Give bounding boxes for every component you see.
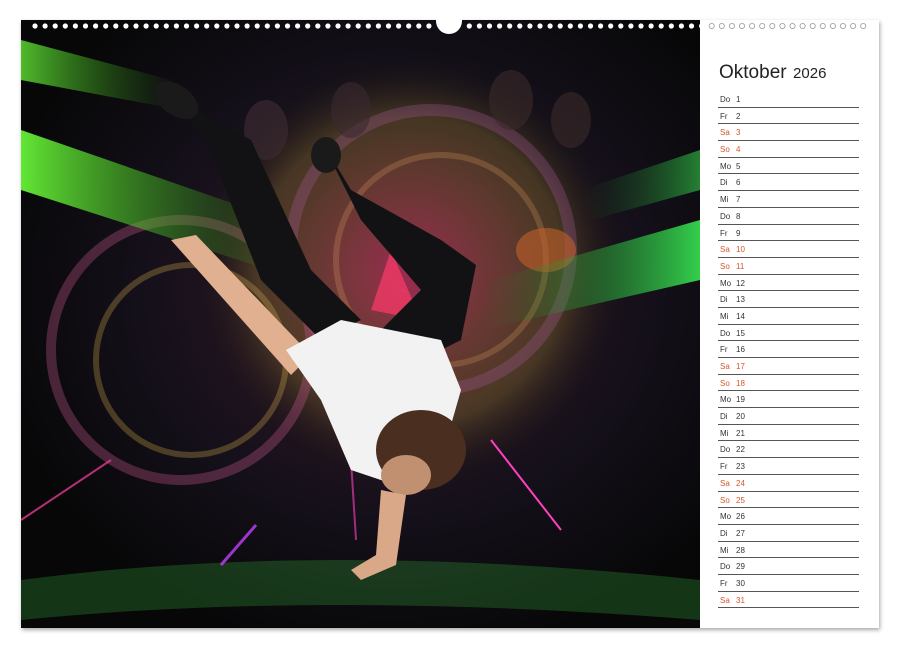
day-number: 28 [736, 545, 745, 555]
weekday-label: Do [720, 95, 731, 104]
weekday-label: Mi [720, 311, 729, 321]
day-row: Mi 7 [718, 191, 859, 208]
day-list: Do 1 Fr 2 Sa 3 So 4 Mo 5 Di 6 Mi 7 Do 8 Fr 9 Sa 10 So 11 Mo 12 D… [718, 91, 859, 609]
weekday-label: Mo [720, 278, 732, 288]
weekday-label: Sa [720, 362, 730, 371]
day-row: Sa 17 [718, 358, 859, 375]
day-number: 12 [736, 278, 745, 288]
year: 2026 [793, 65, 827, 82]
day-number: 24 [736, 478, 745, 488]
day-row: Do 29 [718, 558, 859, 575]
day-row: So 18 [718, 375, 859, 392]
weekday-label: Sa [720, 128, 730, 138]
day-number: 17 [736, 362, 745, 371]
weekday-label: Fr [720, 228, 728, 238]
day-number: 25 [736, 495, 745, 505]
breakdancer-photo [21, 20, 700, 628]
weekday-label: Do [720, 445, 731, 455]
weekday-label: Mi [720, 195, 729, 205]
day-row: Fr 16 [718, 341, 859, 358]
weekday-label: Mo [720, 512, 732, 522]
day-number: 2 [736, 111, 741, 121]
weekday-label: Fr [720, 111, 728, 121]
day-row: Sa 24 [718, 475, 859, 492]
day-row: Di 13 [718, 291, 859, 308]
day-row: Mo 19 [718, 391, 859, 409]
weekday-label: Di [720, 178, 728, 188]
weekday-label: Mi [720, 545, 729, 555]
day-number: 8 [736, 211, 741, 221]
day-number: 14 [736, 311, 745, 321]
day-row: Mo 5 [718, 158, 859, 175]
day-number: 10 [736, 245, 745, 255]
day-number: 18 [736, 378, 745, 388]
weekday-label: Do [720, 328, 731, 338]
day-row: Mi 21 [718, 425, 859, 442]
day-number: 1 [736, 95, 741, 104]
day-row: So 4 [718, 141, 859, 158]
day-number: 30 [736, 578, 745, 588]
day-row: Fr 2 [718, 108, 859, 125]
day-number: 3 [736, 128, 741, 138]
day-row: Mi 14 [718, 308, 859, 325]
day-number: 29 [736, 562, 745, 572]
weekday-label: Di [720, 412, 728, 422]
day-number: 7 [736, 195, 741, 205]
month-title: Oktober 2026 [719, 62, 826, 84]
weekday-label: Fr [720, 345, 728, 355]
day-number: 9 [736, 228, 741, 238]
weekday-label: Sa [720, 595, 730, 605]
day-number: 5 [736, 161, 741, 171]
weekday-label: Sa [720, 478, 730, 488]
day-row: Do 22 [718, 441, 859, 459]
weekday-label: Fr [720, 462, 728, 472]
day-row: Di 20 [718, 408, 859, 425]
day-row: Di 27 [718, 525, 859, 542]
day-number: 16 [736, 345, 745, 355]
day-number: 15 [736, 328, 745, 338]
month-name: Oktober [719, 62, 787, 83]
weekday-label: Do [720, 562, 731, 572]
day-row: Fr 30 [718, 575, 859, 592]
weekday-label: Di [720, 295, 728, 305]
day-row: Do 1 [718, 91, 859, 108]
weekday-label: Do [720, 211, 731, 221]
day-number: 4 [736, 145, 741, 155]
day-number: 6 [736, 178, 741, 188]
day-number: 27 [736, 528, 745, 538]
day-number: 26 [736, 512, 745, 522]
day-row: Mo 26 [718, 508, 859, 525]
day-row: Do 8 [718, 208, 859, 225]
day-number: 21 [736, 428, 745, 438]
day-row: Mo 12 [718, 275, 859, 292]
day-row: Fr 23 [718, 458, 859, 475]
day-number: 31 [736, 595, 745, 605]
weekday-label: Mo [720, 161, 732, 171]
day-number: 19 [736, 395, 745, 405]
weekday-label: Di [720, 528, 728, 538]
day-row: Fr 9 [718, 225, 859, 242]
day-row: Sa 31 [718, 592, 859, 609]
day-row: Mi 28 [718, 542, 859, 559]
weekday-label: So [720, 378, 730, 388]
weekday-label: So [720, 261, 730, 271]
day-number: 13 [736, 295, 745, 305]
weekday-label: So [720, 145, 730, 155]
weekday-label: Mo [720, 395, 732, 405]
day-row: So 11 [718, 258, 859, 275]
day-row: Do 15 [718, 325, 859, 342]
day-row: So 25 [718, 492, 859, 509]
day-number: 23 [736, 462, 745, 472]
weekday-label: Mi [720, 428, 729, 438]
weekday-label: So [720, 495, 730, 505]
day-row: Sa 10 [718, 241, 859, 258]
day-number: 11 [736, 261, 745, 271]
day-row: Sa 3 [718, 124, 859, 142]
weekday-label: Sa [720, 245, 730, 255]
weekday-label: Fr [720, 578, 728, 588]
day-number: 20 [736, 412, 745, 422]
day-number: 22 [736, 445, 745, 455]
day-row: Di 6 [718, 174, 859, 192]
